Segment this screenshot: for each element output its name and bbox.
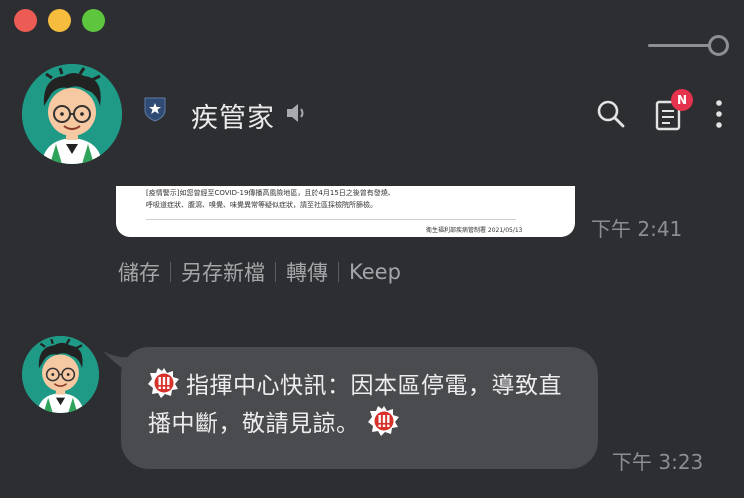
window-controls [14, 9, 105, 32]
save-as-button[interactable]: 另存新檔 [181, 257, 265, 287]
divider [275, 262, 276, 282]
slider-knob[interactable] [708, 35, 729, 56]
image-text-line: 呼吸道症狀、腹瀉、嗅覺、味覺異常等疑似症狀，請至社區採檢院所篩檢。 [146, 201, 377, 209]
speaker-icon [285, 101, 309, 125]
doctor-cartoon-icon [22, 336, 99, 413]
minimize-window-button[interactable] [48, 9, 71, 32]
chat-window: 疾管家 N [疫情警示]如您曾經至COVID-19傳播高風險地區，且於4月15日… [0, 0, 744, 498]
shield-star-icon [144, 96, 166, 122]
keep-button[interactable]: Keep [349, 260, 401, 284]
image-text-line: [疫情警示]如您曾經至COVID-19傳播高風險地區，且於4月15日之後曾有發燒… [146, 189, 395, 197]
zoom-window-button[interactable] [82, 9, 105, 32]
image-text-line: 衛生福利部疾病管制署 2021/05/13 [426, 227, 523, 234]
close-window-button[interactable] [14, 9, 37, 32]
message-text: 指揮中心快訊：因本區停電，導致直播中斷，敬請見諒。 [148, 367, 578, 443]
forward-button[interactable]: 轉傳 [286, 257, 328, 287]
image-message[interactable]: [疫情警示]如您曾經至COVID-19傳播高風險地區，且於4月15日之後曾有發燒… [116, 186, 575, 237]
opacity-slider[interactable] [648, 34, 730, 56]
sender-avatar[interactable] [22, 336, 99, 413]
message-content: 指揮中心快訊：因本區停電，導致直播中斷，敬請見諒。 [148, 373, 562, 437]
image-actions: 儲存 另存新檔 轉傳 Keep [118, 257, 401, 287]
divider [338, 262, 339, 282]
save-button[interactable]: 儲存 [118, 257, 160, 287]
chat-avatar[interactable] [22, 64, 122, 164]
alert-badge-icon [367, 405, 400, 437]
chat-title: 疾管家 [191, 103, 275, 134]
new-notes-badge: N [671, 89, 693, 111]
alert-badge-icon [148, 367, 180, 399]
divider [170, 262, 171, 282]
message-time: 下午 3:23 [612, 450, 704, 474]
slider-track [648, 44, 714, 47]
doctor-cartoon-icon [22, 64, 122, 164]
image-divider [146, 219, 516, 220]
more-options-icon[interactable] [714, 98, 724, 130]
message-time: 下午 2:41 [591, 217, 683, 241]
search-icon[interactable] [596, 99, 626, 129]
